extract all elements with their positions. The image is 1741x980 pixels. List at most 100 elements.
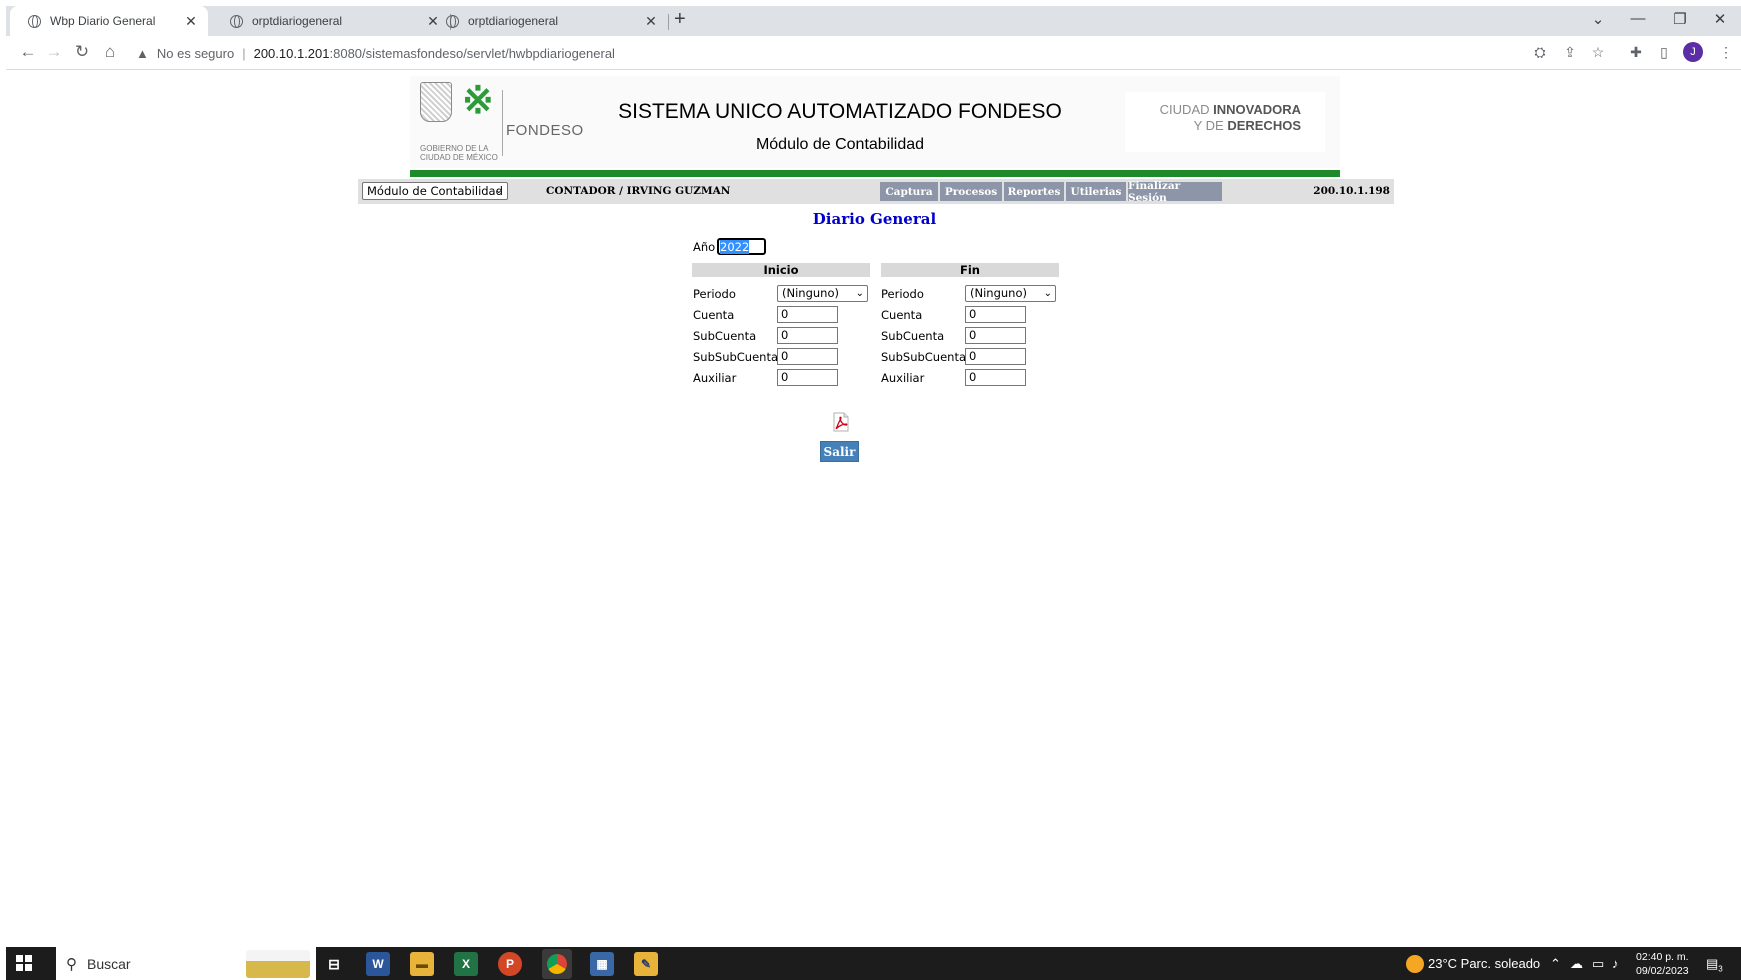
cdmx-logo-icon: ※ [462,80,494,122]
start-periodo-label: Periodo [693,287,736,301]
search-icon: ⚲ [66,955,77,973]
exit-button[interactable]: Salir [820,441,859,462]
module-select[interactable]: Módulo de Contabilidad ⌄ [362,182,508,200]
chevron-down-icon: ⌄ [855,288,864,299]
tab-title: Wbp Diario General [50,14,156,28]
sticky-folder-icon[interactable]: ✎ [634,952,658,976]
home-icon[interactable]: ⌂ [98,42,122,62]
tab-separator [668,14,669,30]
back-arrow-icon[interactable]: ← [16,42,40,62]
restore-window-icon[interactable]: ❐ [1660,10,1700,28]
windows-start-icon[interactable] [16,955,32,971]
chrome-logo [547,954,567,974]
end-auxiliar-label: Auxiliar [881,371,925,385]
page-banner: ※ GOBIERNO DE LA CIUDAD DE MÉXICO FONDES… [410,76,1340,168]
forward-arrow-icon[interactable]: → [42,42,66,62]
tray-chevron-icon[interactable]: ⌃ [1550,956,1561,972]
year-value: 2022 [720,240,750,254]
address-bar[interactable]: ▲ No es seguro | 200.10.1.201 :8080/sist… [136,40,615,66]
clock-date: 09/02/2023 [1636,965,1689,977]
browser-tab-active[interactable]: Wbp Diario General ✕ [10,6,208,36]
ip-address-label: 200.10.1.198 [1313,185,1390,197]
excel-icon[interactable]: X [454,952,478,976]
logo-divider [502,90,503,156]
browser-tab[interactable]: orptdiariogeneral ✕ [212,6,450,36]
year-label: Año [693,240,716,254]
module-select-value: Módulo de Contabilidad [367,184,503,198]
start-subcuenta-input[interactable]: 0 [777,327,838,344]
close-tab-icon[interactable]: ✕ [640,13,662,30]
weather-sun-icon [1406,955,1424,973]
system-title: SISTEMA UNICO AUTOMATIZADO FONDESO [618,100,1062,123]
browser-tab[interactable]: orptdiariogeneral ✕ [428,6,668,36]
banner-accent-bar [410,170,1340,177]
menu-utilerias[interactable]: Utilerias [1066,182,1126,201]
end-subsubcuenta-label: SubSubCuenta [881,350,967,364]
globe-icon [446,14,459,28]
start-subcuenta-label: SubCuenta [693,329,757,343]
end-subcuenta-input[interactable]: 0 [965,327,1026,344]
share-icon[interactable]: ⇪ [1560,44,1580,61]
start-section-header: Inicio [692,263,870,277]
page-title: Diario General [812,210,937,228]
translate-icon[interactable]: ⛭ [1530,44,1550,61]
tab-title: orptdiariogeneral [252,14,343,28]
close-tab-icon[interactable]: ✕ [180,13,202,30]
fondeso-logo: FONDESO [506,122,584,139]
notification-count: 3 [1718,964,1723,974]
menu-bar: Módulo de Contabilidad ⌄ CONTADOR / IRVI… [358,179,1394,204]
menu-captura[interactable]: Captura [880,182,938,201]
notifications-icon[interactable]: ▤3 [1706,956,1723,974]
calculator-icon[interactable]: ▦ [590,952,614,976]
user-label: CONTADOR / IRVING GUZMAN [546,185,731,197]
menu-reportes[interactable]: Reportes [1004,182,1064,201]
year-input[interactable]: 2022 [717,238,766,255]
side-panel-icon[interactable]: ▯ [1654,44,1674,61]
extensions-puzzle-icon[interactable]: ✚ [1626,44,1646,61]
close-window-icon[interactable]: ✕ [1700,10,1740,28]
menu-finalizar-sesion[interactable]: Finalizar Sesión [1128,180,1222,204]
menu-procesos[interactable]: Procesos [940,182,1002,201]
new-tab-button[interactable]: + [674,8,686,31]
tab-search-chevron-icon[interactable]: ⌄ [1578,10,1618,28]
powerpoint-icon[interactable]: P [498,952,522,976]
task-view-icon[interactable]: ⊟ [322,952,346,976]
government-label: GOBIERNO DE LA CIUDAD DE MÉXICO [420,144,498,162]
security-label: No es seguro [156,45,235,61]
search-highlight-image [246,950,310,978]
network-cloud-icon[interactable]: ☁ [1570,956,1583,972]
end-periodo-value: (Ninguno) [970,286,1027,300]
slogan-line-2: Y DE DERECHOS [1193,118,1301,133]
end-auxiliar-input[interactable]: 0 [965,369,1026,386]
start-subsubcuenta-label: SubSubCuenta [693,350,779,364]
taskbar-clock[interactable]: 02:40 p. m. 09/02/2023 [1636,950,1689,978]
tab-title: orptdiariogeneral [468,14,559,28]
pdf-export-icon[interactable] [832,412,850,432]
network-icon[interactable]: ▭ [1592,956,1604,972]
windows-taskbar: ⚲ Buscar ⊟ W ▬ X P ▦ ✎ 23°C Parc. solead… [6,947,1741,980]
coat-of-arms-logo [420,82,452,122]
reload-icon[interactable]: ↻ [70,42,94,62]
browser-toolbar: ← → ↻ ⌂ ▲ No es seguro | 200.10.1.201 :8… [6,36,1741,70]
file-explorer-icon[interactable]: ▬ [410,952,434,976]
chrome-icon[interactable] [542,949,572,979]
warning-triangle-icon: ▲ [136,45,149,61]
weather-label[interactable]: 23°C Parc. soleado [1428,956,1540,971]
volume-icon[interactable]: ♪ [1612,956,1619,971]
profile-avatar[interactable]: J [1683,42,1703,62]
end-periodo-select[interactable]: (Ninguno) ⌄ [965,285,1056,302]
end-subsubcuenta-input[interactable]: 0 [965,348,1026,365]
bookmark-star-icon[interactable]: ☆ [1588,44,1608,61]
word-icon[interactable]: W [366,952,390,976]
start-periodo-select[interactable]: (Ninguno) ⌄ [777,285,868,302]
start-subsubcuenta-input[interactable]: 0 [777,348,838,365]
minimize-window-icon[interactable]: — [1618,10,1658,27]
start-cuenta-input[interactable]: 0 [777,306,838,323]
end-cuenta-input[interactable]: 0 [965,306,1026,323]
start-auxiliar-input[interactable]: 0 [777,369,838,386]
globe-icon [28,14,41,28]
start-auxiliar-label: Auxiliar [693,371,737,385]
end-cuenta-label: Cuenta [881,308,923,322]
browser-menu-icon[interactable]: ⋮ [1716,44,1736,61]
taskbar-search-placeholder: Buscar [87,955,131,972]
